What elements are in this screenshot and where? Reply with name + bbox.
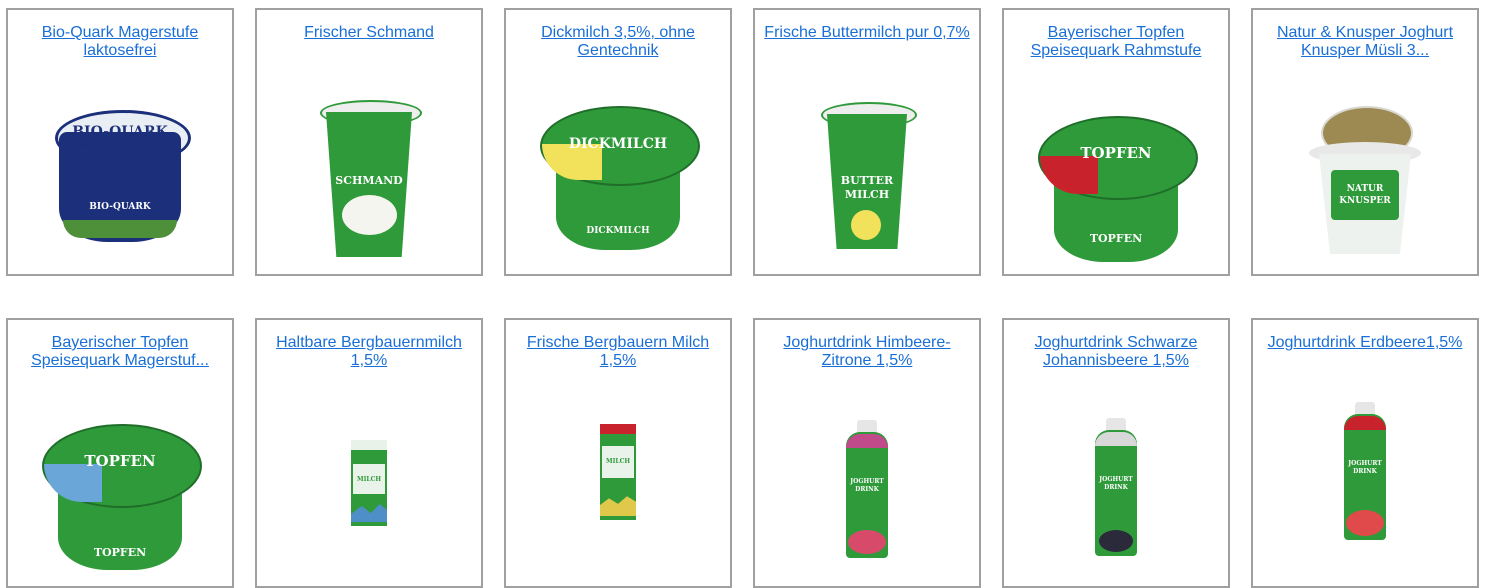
drink-bottle-currant-image[interactable]: JOGHURT DRINK — [1091, 418, 1141, 558]
milk-carton-fresh-image[interactable]: MILCH — [596, 424, 640, 524]
drink-bottle-strawberry-image[interactable]: JOGHURT DRINK — [1340, 402, 1390, 542]
milk-carton-image[interactable]: MILCH — [347, 440, 391, 530]
product-title-link[interactable]: Haltbare Bergbauernmilch 1,5% — [265, 334, 473, 370]
product-title-link[interactable]: Bayerischer Topfen Speisequark Magerstuf… — [16, 334, 224, 370]
knusper-cup-image[interactable]: NATUR KNUSPER — [1305, 106, 1425, 266]
product-label: MILCH — [605, 458, 631, 465]
topfen-tub-red-image[interactable]: TOPFEN TOPFEN — [1036, 114, 1198, 264]
product-label: KNUSPER — [1339, 196, 1391, 206]
product-label: MILCH — [356, 476, 382, 483]
product-label: TOPFEN — [1089, 232, 1143, 245]
product-card[interactable]: Frische Bergbauern Milch 1,5% MILCH — [504, 318, 732, 588]
product-title-link[interactable]: Joghurtdrink Himbeere-Zitrone 1,5% — [763, 334, 971, 370]
product-title-link[interactable]: Joghurtdrink Schwarze Johannisbeere 1,5% — [1012, 334, 1220, 370]
schmand-cup-image[interactable]: SCHMAND — [314, 100, 424, 260]
product-card[interactable]: Bayerischer Topfen Speisequark Magerstuf… — [6, 318, 234, 588]
product-label: TOPFEN — [84, 452, 156, 470]
product-card[interactable]: Natur & Knusper Joghurt Knusper Müsli 3.… — [1251, 8, 1479, 276]
drink-bottle-raspberry-image[interactable]: JOGHURT DRINK — [842, 420, 892, 560]
product-label: TOPFEN — [1080, 144, 1152, 162]
product-label: DRINK — [1353, 468, 1377, 475]
product-label: BUTTER — [840, 174, 894, 187]
product-card[interactable]: Frische Buttermilch pur 0,7% BUTTER MILC… — [753, 8, 981, 276]
product-title-link[interactable]: Frische Buttermilch pur 0,7% — [763, 24, 971, 42]
product-label: BIO-QUARK — [89, 202, 151, 212]
product-label: JOGHURT — [1348, 460, 1382, 467]
buttermilch-cup-image[interactable]: BUTTER MILCH — [817, 102, 917, 262]
product-card[interactable]: Bayerischer Topfen Speisequark Rahmstufe… — [1002, 8, 1230, 276]
product-label: NATUR — [1346, 184, 1384, 194]
product-title-link[interactable]: Natur & Knusper Joghurt Knusper Müsli 3.… — [1261, 24, 1469, 60]
product-label: DICKMILCH — [586, 226, 650, 236]
product-label: JOGHURT — [850, 478, 884, 485]
product-title-link[interactable]: Frischer Schmand — [265, 24, 473, 42]
topfen-tub-blue-image[interactable]: TOPFEN TOPFEN — [40, 422, 202, 572]
product-label: SCHMAND — [335, 174, 403, 187]
product-label: DRINK — [855, 486, 879, 493]
product-card[interactable]: Joghurtdrink Schwarze Johannisbeere 1,5%… — [1002, 318, 1230, 588]
product-card[interactable]: Frischer Schmand SCHMAND — [255, 8, 483, 276]
product-title-link[interactable]: Dickmilch 3,5%, ohne Gentechnik — [514, 24, 722, 60]
product-label: MILCH — [844, 188, 890, 201]
product-label: TOPFEN — [93, 546, 147, 559]
bio-quark-tub-image[interactable]: BIO-QUARK Bayerischer Topfen BIO-QUARK — [45, 102, 195, 252]
product-label: JOGHURT — [1099, 476, 1133, 483]
product-card[interactable]: Joghurtdrink Himbeere-Zitrone 1,5% JOGHU… — [753, 318, 981, 588]
dickmilch-tub-image[interactable]: DICKMILCH DICKMILCH — [538, 104, 700, 254]
product-sublabel: Bayerischer Topfen — [76, 140, 164, 150]
product-title-link[interactable]: Bio-Quark Magerstufe laktosefrei — [16, 24, 224, 60]
product-card[interactable]: Joghurtdrink Erdbeere1,5% JOGHURT DRINK — [1251, 318, 1479, 588]
product-card[interactable]: Haltbare Bergbauernmilch 1,5% MILCH — [255, 318, 483, 588]
product-label: DRINK — [1104, 484, 1128, 491]
product-title-link[interactable]: Bayerischer Topfen Speisequark Rahmstufe — [1012, 24, 1220, 60]
product-title-link[interactable]: Frische Bergbauern Milch 1,5% — [514, 334, 722, 370]
product-label: DICKMILCH — [568, 136, 668, 152]
product-card[interactable]: Bio-Quark Magerstufe laktosefrei BIO-QUA… — [6, 8, 234, 276]
product-card[interactable]: Dickmilch 3,5%, ohne Gentechnik DICKMILC… — [504, 8, 732, 276]
product-label: BIO-QUARK — [72, 124, 168, 140]
product-title-link[interactable]: Joghurtdrink Erdbeere1,5% — [1261, 334, 1469, 352]
